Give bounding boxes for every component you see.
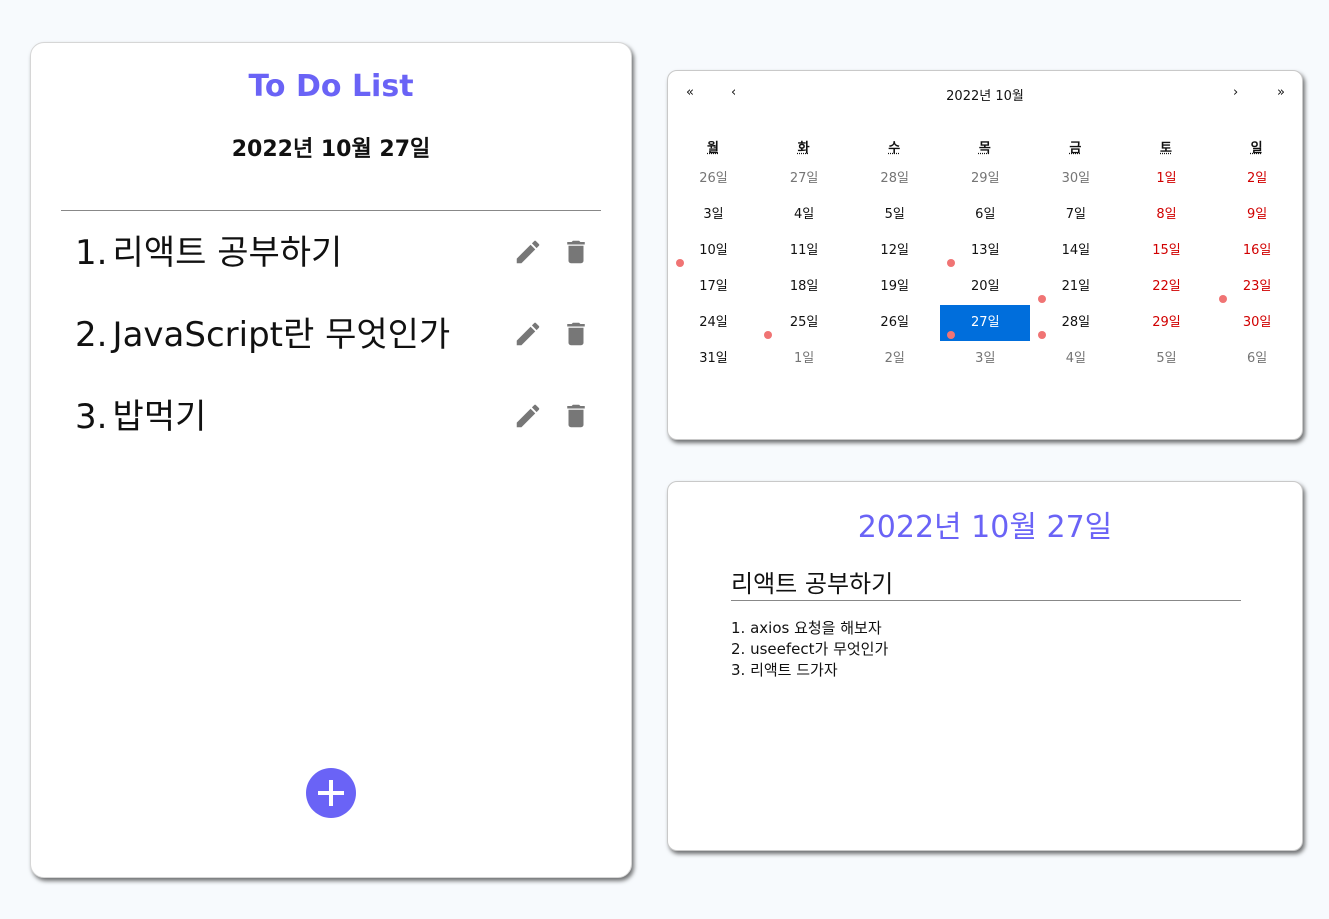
- detail-list: 1. axios 요청을 해보자 2. useefect가 무엇인가 3. 리액…: [731, 618, 888, 681]
- calendar-day[interactable]: 26일: [669, 161, 759, 197]
- calendar-day[interactable]: 26일: [850, 305, 940, 341]
- calendar-day[interactable]: 8일: [1122, 197, 1212, 233]
- calendar-day[interactable]: 11일: [759, 233, 849, 269]
- calendar-day[interactable]: 3일: [940, 341, 1030, 377]
- detail-date: 2022년 10월 27일: [857, 510, 1113, 545]
- pencil-icon[interactable]: [513, 401, 543, 431]
- detail-title: 리액트 공부하기: [731, 570, 894, 598]
- event-dot: [1038, 331, 1046, 339]
- calendar-day[interactable]: 2일: [1212, 161, 1302, 197]
- calendar-day[interactable]: 5일: [850, 197, 940, 233]
- calendar-day[interactable]: 28일: [850, 161, 940, 197]
- todo-item-number: 2.: [75, 315, 108, 355]
- event-dot: [676, 259, 684, 267]
- todo-list: 1. 리액트 공부하기 2. JavaScript란 무엇인가 3. 밥먹기: [75, 225, 591, 471]
- trash-icon[interactable]: [561, 237, 591, 267]
- calendar-day[interactable]: 15일: [1122, 233, 1212, 269]
- calendar-days: 26일 27일 28일 29일 30일 1일 2일 3일 4일 5일 6일 7일 8일 9일 10일 11일 1…: [668, 71, 1304, 441]
- calendar-day[interactable]: 31일: [669, 341, 759, 377]
- calendar-day[interactable]: 29일: [1122, 305, 1212, 341]
- calendar-day[interactable]: 5일: [1122, 341, 1212, 377]
- event-dot: [947, 259, 955, 267]
- calendar-day[interactable]: 7일: [1031, 197, 1121, 233]
- detail-line: 2. useefect가 무엇인가: [731, 640, 889, 658]
- todo-item-label: 3. 밥먹기: [75, 389, 206, 445]
- todo-item-text: 밥먹기: [112, 397, 207, 437]
- calendar-day[interactable]: 1일: [1122, 161, 1212, 197]
- calendar-day[interactable]: 22일: [1122, 269, 1212, 305]
- todo-item[interactable]: 2. JavaScript란 무엇인가: [75, 307, 591, 389]
- pencil-icon[interactable]: [513, 237, 543, 267]
- todo-date: 2022년 10월 27일: [231, 137, 431, 162]
- calendar: « ‹ 2022년 10월 › » 월화수목금토일 26일 27일 28일 29일 30…: [667, 70, 1303, 440]
- calendar-day[interactable]: 18일: [759, 269, 849, 305]
- todo-item-number: 3.: [75, 397, 108, 437]
- todo-item-label: 1. 리액트 공부하기: [75, 225, 342, 281]
- detail-line: 3. 리액트 드가자: [731, 661, 838, 679]
- calendar-day[interactable]: 1일: [759, 341, 849, 377]
- calendar-day[interactable]: 30일: [1031, 161, 1121, 197]
- calendar-day[interactable]: 16일: [1212, 233, 1302, 269]
- detail-line: 1. axios 요청을 해보자: [731, 619, 882, 637]
- trash-icon[interactable]: [561, 319, 591, 349]
- add-todo-button[interactable]: [306, 768, 356, 818]
- calendar-day[interactable]: 17일: [669, 269, 759, 305]
- calendar-day[interactable]: 14일: [1031, 233, 1121, 269]
- todo-item[interactable]: 1. 리액트 공부하기: [75, 225, 591, 307]
- calendar-day[interactable]: 2일: [850, 341, 940, 377]
- calendar-day[interactable]: 30일: [1212, 305, 1302, 341]
- calendar-day[interactable]: 24일: [669, 305, 759, 341]
- divider: [61, 210, 601, 211]
- calendar-day[interactable]: 9일: [1212, 197, 1302, 233]
- todo-item-number: 1.: [75, 233, 108, 273]
- calendar-day[interactable]: 6일: [940, 197, 1030, 233]
- calendar-day[interactable]: 27일: [759, 161, 849, 197]
- todo-title: To Do List: [248, 69, 414, 104]
- calendar-day[interactable]: 6일: [1212, 341, 1302, 377]
- detail-card: 2022년 10월 27일 리액트 공부하기 1. axios 요청을 해보자 …: [667, 481, 1303, 851]
- todo-item-text: JavaScript란 무엇인가: [112, 315, 451, 355]
- divider: [731, 600, 1241, 601]
- calendar-day[interactable]: 25일: [759, 305, 849, 341]
- todo-item[interactable]: 3. 밥먹기: [75, 389, 591, 471]
- calendar-day[interactable]: 19일: [850, 269, 940, 305]
- calendar-day[interactable]: 29일: [940, 161, 1030, 197]
- event-dot: [1038, 295, 1046, 303]
- trash-icon[interactable]: [561, 401, 591, 431]
- todo-item-label: 2. JavaScript란 무엇인가: [75, 307, 450, 363]
- calendar-day[interactable]: 4일: [759, 197, 849, 233]
- calendar-day[interactable]: 3일: [669, 197, 759, 233]
- todo-card: To Do List 2022년 10월 27일 1. 리액트 공부하기 2. …: [30, 42, 632, 878]
- calendar-day[interactable]: 20일: [940, 269, 1030, 305]
- pencil-icon[interactable]: [513, 319, 543, 349]
- calendar-day[interactable]: 4일: [1031, 341, 1121, 377]
- todo-item-text: 리액트 공부하기: [112, 233, 343, 273]
- event-dot: [1219, 295, 1227, 303]
- plus-icon: [318, 780, 344, 806]
- calendar-day[interactable]: 12일: [850, 233, 940, 269]
- event-dot: [947, 331, 955, 339]
- event-dot: [764, 331, 772, 339]
